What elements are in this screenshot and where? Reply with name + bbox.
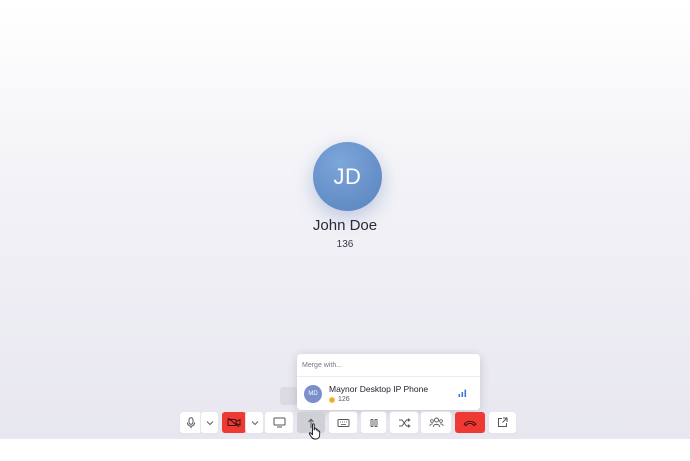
ghost-tooltip bbox=[280, 387, 298, 405]
external-link-icon bbox=[498, 417, 508, 427]
popout-button[interactable] bbox=[489, 412, 516, 433]
video-off-button[interactable] bbox=[222, 412, 246, 433]
keypad-button[interactable] bbox=[329, 412, 357, 433]
microphone-icon bbox=[186, 416, 195, 428]
keyboard-icon bbox=[337, 418, 349, 427]
participants-button[interactable] bbox=[421, 412, 451, 433]
merge-target-name: Maynor Desktop IP Phone bbox=[329, 384, 429, 394]
transfer-button[interactable] bbox=[390, 412, 418, 433]
merge-target-item[interactable]: MD Maynor Desktop IP Phone 126 bbox=[297, 377, 480, 410]
hangup-button[interactable] bbox=[455, 412, 485, 433]
caller-initials: JD bbox=[333, 163, 362, 189]
caller-name: John Doe bbox=[312, 217, 378, 234]
away-status-icon bbox=[329, 396, 335, 403]
chevron-down-icon bbox=[206, 420, 213, 425]
video-options-dropdown[interactable] bbox=[246, 412, 263, 433]
merge-target-extension: 126 bbox=[338, 396, 350, 403]
screen-share-button[interactable] bbox=[265, 412, 293, 433]
merge-target-avatar: MD bbox=[304, 385, 322, 403]
merge-target-status: 126 bbox=[329, 396, 350, 403]
video-off-icon bbox=[227, 417, 241, 428]
monitor-icon bbox=[273, 417, 285, 428]
merge-popup: Merge with... MD Maynor Desktop IP Phone… bbox=[297, 354, 480, 410]
hold-button[interactable] bbox=[361, 412, 386, 433]
shuffle-icon bbox=[398, 417, 411, 428]
people-icon bbox=[428, 417, 444, 428]
mute-button[interactable] bbox=[180, 412, 201, 433]
audio-options-dropdown[interactable] bbox=[201, 412, 218, 433]
pause-icon bbox=[370, 418, 377, 427]
hand-pointer-cursor-icon bbox=[308, 423, 321, 440]
chevron-down-icon bbox=[251, 420, 258, 425]
merge-target-initials: MD bbox=[308, 391, 318, 397]
caller-avatar: JD bbox=[313, 142, 382, 211]
bottom-strip bbox=[0, 439, 690, 461]
caller-extension: 136 bbox=[336, 239, 354, 250]
phone-hangup-icon bbox=[463, 420, 477, 426]
merge-popup-header: Merge with... bbox=[302, 362, 343, 369]
signal-bars-icon bbox=[458, 389, 467, 397]
